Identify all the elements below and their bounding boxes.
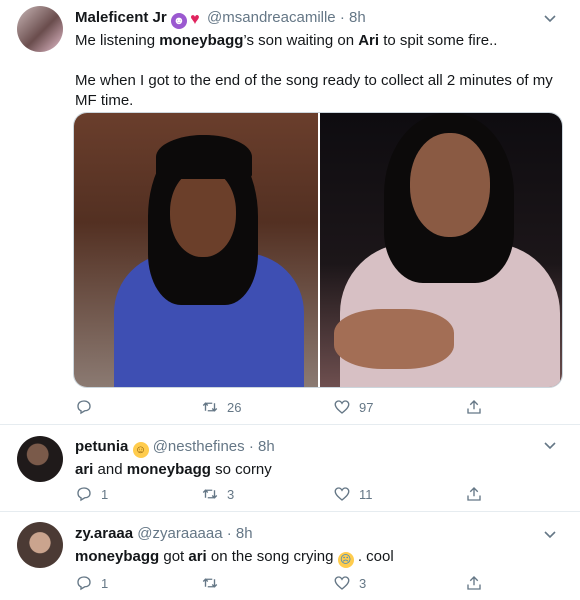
handle[interactable]: @msandreacamille (207, 9, 336, 26)
timestamp[interactable]: 8h (349, 9, 366, 26)
retweet-icon (202, 402, 218, 412)
timestamp[interactable]: 8h (236, 525, 253, 542)
heart-icon (334, 576, 350, 590)
like-count: 3 (359, 575, 367, 591)
tweet[interactable]: Maleficent Jr ☻ ♥ @msandreacamille · 8h M… (0, 0, 580, 425)
tweet-actions: 26 97 (75, 397, 495, 417)
tweet-actions: 1 3 (75, 573, 495, 593)
handle[interactable]: @nesthefines (153, 438, 245, 455)
like-button[interactable]: 11 (333, 484, 373, 504)
share-button[interactable] (465, 397, 483, 417)
tweet[interactable]: petunia ☺ @nesthefines · 8h ari and mone… (0, 425, 580, 512)
tweet-text: Me listening moneybagg’s son waiting on … (75, 32, 553, 109)
like-count: 97 (359, 399, 374, 415)
like-button[interactable]: 97 (333, 397, 373, 417)
reply-count: 1 (101, 575, 109, 591)
display-name[interactable]: Maleficent Jr (75, 9, 167, 26)
share-icon (467, 487, 481, 501)
chevron-down-icon[interactable] (542, 437, 558, 453)
tweet-header: zy.araaa @zyaraaaaa · 8h (75, 525, 253, 542)
reply-button[interactable] (75, 397, 101, 417)
tweet[interactable]: zy.araaa @zyaraaaaa · 8h moneybagg got a… (0, 512, 580, 600)
smiling-devil-emoji: ☻ (170, 13, 187, 29)
tweet-text: moneybagg got ari on the song crying ☹ .… (75, 548, 394, 568)
like-button[interactable]: 3 (333, 573, 366, 593)
tweet-header: Maleficent Jr ☻ ♥ @msandreacamille · 8h (75, 9, 366, 29)
retweet-button[interactable] (201, 573, 227, 593)
avatar[interactable] (17, 6, 63, 52)
handle[interactable]: @zyaraaaaa (137, 525, 222, 542)
separator-dot: · (226, 525, 232, 542)
retweet-count: 26 (227, 399, 242, 415)
reply-button[interactable]: 1 (75, 573, 108, 593)
share-button[interactable] (465, 573, 483, 593)
tweet-actions: 1 3 11 (75, 484, 495, 504)
share-icon (467, 400, 481, 414)
heart-icon (334, 400, 350, 414)
display-name[interactable]: petunia (75, 438, 128, 455)
avatar[interactable] (17, 522, 63, 568)
like-count: 11 (359, 486, 373, 502)
retweet-icon (202, 578, 218, 588)
tweet-media[interactable] (73, 112, 563, 388)
separator-dot: · (339, 9, 345, 26)
reply-icon (77, 487, 91, 502)
reply-button[interactable]: 1 (75, 484, 108, 504)
reply-count: 1 (101, 486, 109, 502)
display-name[interactable]: zy.araaa (75, 525, 133, 542)
reply-icon (77, 576, 91, 591)
media-image-left[interactable] (74, 113, 318, 387)
share-button[interactable] (465, 484, 483, 504)
retweet-button[interactable]: 26 (201, 397, 241, 417)
retweet-icon (202, 489, 218, 499)
share-icon (467, 576, 481, 590)
retweet-count: 3 (227, 486, 235, 502)
crying-face-emoji: ☹ (337, 552, 354, 568)
avatar[interactable] (17, 436, 63, 482)
angel-emoji: ☺ (132, 442, 149, 458)
chevron-down-icon[interactable] (542, 10, 558, 26)
timestamp[interactable]: 8h (258, 438, 275, 455)
tweet-text: ari and moneybagg so corny (75, 461, 272, 478)
tweet-header: petunia ☺ @nesthefines · 8h (75, 438, 275, 458)
heart-emoji: ♥ (190, 11, 200, 28)
separator-dot: · (248, 438, 254, 455)
chevron-down-icon[interactable] (542, 526, 558, 542)
heart-icon (334, 487, 350, 501)
reply-icon (77, 400, 91, 415)
retweet-button[interactable]: 3 (201, 484, 234, 504)
media-image-right[interactable] (320, 113, 562, 387)
